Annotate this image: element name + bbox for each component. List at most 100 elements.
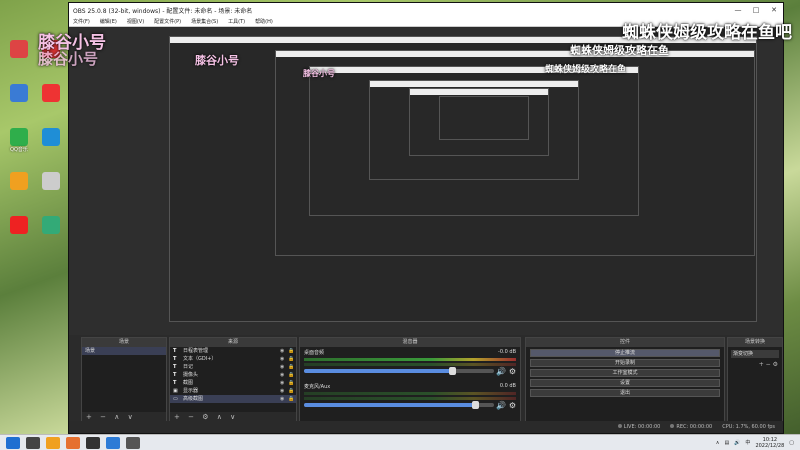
remove-scene-button[interactable]: −	[100, 413, 106, 421]
source-label: 文本（GDI+）	[183, 356, 217, 362]
lock-icon[interactable]: 🔒	[288, 355, 296, 363]
studio-mode-button[interactable]: 工作室模式	[530, 369, 720, 377]
browser-icon[interactable]	[106, 436, 120, 449]
menu-edit[interactable]: 编辑(E)	[100, 18, 117, 25]
add-source-button[interactable]: +	[174, 413, 180, 421]
transition-select[interactable]: 渐变切换	[731, 350, 779, 358]
move-source-up-button[interactable]: ∧	[217, 413, 222, 421]
desktop-icon[interactable]: QQ音乐	[4, 128, 34, 154]
scenes-dock: 场景 场景 + − ∧ ∨	[81, 337, 167, 423]
desktop-icon[interactable]	[4, 172, 34, 192]
notification-icon[interactable]: ▢	[789, 440, 794, 446]
search-icon[interactable]	[26, 436, 40, 449]
lock-icon[interactable]: 🔒	[288, 363, 296, 371]
close-icon[interactable]: ✕	[765, 6, 783, 14]
controls-header: 控件	[526, 338, 724, 347]
sources-dock: 来源 T 日程表管理 ◉ 🔒 T 文本（GDI+） ◉ 🔒 T 日记 ◉ 🔒 T 摄像头 ◉ 🔒 T 截图 ◉ 🔒 ▣ 显…	[169, 337, 297, 423]
source-item[interactable]: ▭ 高级截图 ◉ 🔒	[170, 395, 296, 403]
desktop-icon[interactable]	[4, 216, 34, 236]
source-type-icon: ▣	[173, 388, 178, 394]
minimize-icon[interactable]: —	[729, 6, 747, 14]
settings-button[interactable]: 设置	[530, 379, 720, 387]
desktop-icon[interactable]	[4, 84, 34, 104]
menu-help[interactable]: 帮助(H)	[255, 18, 273, 25]
volume-slider[interactable]	[304, 367, 494, 375]
obs-taskbar-icon[interactable]	[86, 436, 100, 449]
source-settings-icon[interactable]: ⚙	[202, 413, 208, 421]
overlay-text-right-echo: 蜘蛛侠姆级攻略在鱼	[570, 44, 669, 57]
scene-item[interactable]: 场景	[82, 347, 166, 355]
volume-meter	[304, 363, 516, 366]
maximize-icon[interactable]: □	[747, 6, 765, 14]
volume-slider[interactable]	[304, 401, 494, 409]
menu-file[interactable]: 文件(F)	[73, 18, 90, 25]
lock-icon[interactable]: 🔒	[288, 387, 296, 395]
eye-icon[interactable]: ◉	[280, 387, 288, 395]
menu-scene-collection[interactable]: 场景集合(S)	[191, 18, 218, 25]
exit-button[interactable]: 退出	[530, 389, 720, 397]
desktop-icon[interactable]	[36, 216, 66, 236]
rec-status: REC: 00:00:00	[670, 424, 712, 430]
remove-transition-button[interactable]: −	[766, 361, 771, 368]
overlay-text-mid: 膝谷小号	[195, 54, 239, 67]
source-item[interactable]: T 日程表管理 ◉ 🔒	[170, 347, 296, 355]
mixer-channel-mic: 麦克风/Aux 0.0 dB 🔊 ⚙	[300, 381, 520, 410]
desktop-icon[interactable]	[36, 84, 66, 104]
source-item[interactable]: T 日记 ◉ 🔒	[170, 363, 296, 371]
app2-icon[interactable]	[126, 436, 140, 449]
window-title: OBS 25.0.8 (32-bit, windows) - 配置文件: 未命名…	[73, 7, 253, 15]
eye-icon[interactable]: ◉	[280, 363, 288, 371]
stop-streaming-button[interactable]: 停止推流	[530, 349, 720, 357]
move-scene-up-button[interactable]: ∧	[114, 413, 119, 421]
eye-icon[interactable]: ◉	[280, 355, 288, 363]
source-item[interactable]: T 文本（GDI+） ◉ 🔒	[170, 355, 296, 363]
speaker-icon[interactable]: 🔊 ⚙	[496, 367, 516, 376]
desktop-icon[interactable]	[36, 128, 66, 148]
app-icon	[10, 172, 28, 190]
channel-name: 桌面音频	[304, 350, 325, 356]
app-icon	[10, 40, 28, 58]
lock-icon[interactable]: 🔒	[288, 371, 296, 379]
input-method[interactable]: 中	[745, 439, 750, 446]
source-item[interactable]: ▣ 显示器 ◉ 🔒	[170, 387, 296, 395]
file-explorer-icon[interactable]	[46, 436, 60, 449]
menu-profile[interactable]: 配置文件(P)	[154, 18, 181, 25]
app-icon	[42, 216, 60, 234]
title-bar[interactable]: OBS 25.0.8 (32-bit, windows) - 配置文件: 未命名…	[69, 3, 783, 17]
source-type-icon: ▭	[173, 396, 178, 402]
lock-icon[interactable]: 🔒	[288, 347, 296, 355]
eye-icon[interactable]: ◉	[280, 347, 288, 355]
desktop-icon[interactable]	[36, 172, 66, 192]
eye-icon[interactable]: ◉	[280, 395, 288, 403]
eye-icon[interactable]: ◉	[280, 371, 288, 379]
menu-tools[interactable]: 工具(T)	[228, 18, 245, 25]
remove-source-button[interactable]: −	[188, 413, 194, 421]
start-button[interactable]	[6, 436, 20, 449]
move-source-down-button[interactable]: ∨	[230, 413, 235, 421]
transition-settings-icon[interactable]: ⚙	[773, 361, 778, 368]
mixer-header: 混音器	[300, 338, 520, 347]
menu-view[interactable]: 视图(V)	[127, 18, 144, 25]
speaker-icon[interactable]: 🔊 ⚙	[496, 401, 516, 410]
eye-icon[interactable]: ◉	[280, 379, 288, 387]
add-transition-button[interactable]: +	[759, 361, 764, 368]
tray-expand-icon[interactable]: ∧	[716, 440, 720, 446]
nested-preview-6	[439, 96, 529, 140]
start-recording-button[interactable]: 开始录制	[530, 359, 720, 367]
lock-icon[interactable]: 🔒	[288, 395, 296, 403]
clock[interactable]: 10:12 2022/12/28	[755, 437, 784, 449]
lock-icon[interactable]: 🔒	[288, 379, 296, 387]
preview-canvas[interactable]	[69, 28, 783, 335]
channel-db: -0.0 dB	[498, 349, 516, 355]
move-scene-down-button[interactable]: ∨	[128, 413, 133, 421]
clock-date: 2022/12/28	[755, 442, 785, 449]
network-icon[interactable]: ▤	[724, 440, 729, 446]
volume-icon[interactable]: 🔊	[734, 440, 740, 446]
desktop-icon[interactable]	[4, 40, 34, 60]
app-icon	[10, 84, 28, 102]
app-icon[interactable]	[66, 436, 80, 449]
source-type-icon: T	[173, 364, 177, 370]
add-scene-button[interactable]: +	[86, 413, 92, 421]
source-item[interactable]: T 截图 ◉ 🔒	[170, 379, 296, 387]
source-item[interactable]: T 摄像头 ◉ 🔒	[170, 371, 296, 379]
